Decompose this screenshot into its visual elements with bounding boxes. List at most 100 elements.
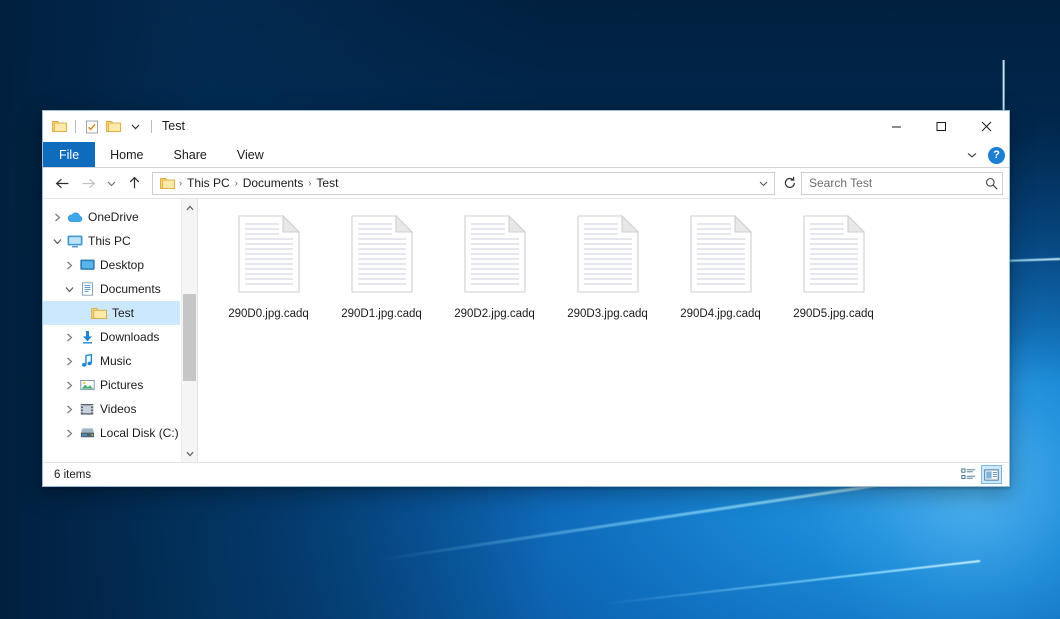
tab-file[interactable]: File bbox=[43, 142, 95, 167]
expand-ribbon-chevron-down-icon[interactable] bbox=[962, 150, 982, 160]
ribbon-right-controls[interactable]: ? bbox=[962, 142, 1005, 168]
chevron-right-icon[interactable] bbox=[61, 381, 77, 390]
sidebar-item-label: Pictures bbox=[97, 378, 143, 392]
navigation-pane-scrollbar[interactable] bbox=[181, 199, 197, 462]
onedrive-cloud-icon bbox=[65, 211, 85, 223]
minimize-button[interactable] bbox=[874, 111, 919, 142]
forward-button bbox=[75, 171, 101, 195]
chevron-right-icon[interactable] bbox=[61, 357, 77, 366]
file-explorer-window[interactable]: Test File Home Share View bbox=[42, 110, 1010, 487]
file-item[interactable]: 290D2.jpg.cadq bbox=[438, 211, 551, 331]
toolbar-divider-1 bbox=[75, 120, 76, 133]
chevron-down-icon[interactable] bbox=[61, 286, 77, 293]
ribbon-tab-bar[interactable]: File Home Share View ? bbox=[43, 142, 1009, 168]
sidebar-item-label: Videos bbox=[97, 402, 136, 416]
generic-document-icon bbox=[688, 213, 754, 300]
view-mode-buttons[interactable] bbox=[958, 465, 1002, 484]
videos-film-icon bbox=[77, 403, 97, 416]
chevron-right-icon[interactable] bbox=[61, 261, 77, 270]
details-view-button[interactable] bbox=[958, 465, 979, 484]
sidebar-item-this-pc[interactable]: This PC bbox=[43, 229, 180, 253]
this-pc-monitor-icon bbox=[65, 235, 85, 248]
address-folder-icon bbox=[158, 177, 177, 190]
search-icon[interactable] bbox=[982, 177, 998, 190]
scroll-down-arrow-icon[interactable] bbox=[182, 445, 198, 462]
sidebar-item-videos[interactable]: Videos bbox=[43, 397, 180, 421]
chevron-right-icon[interactable] bbox=[61, 429, 77, 438]
sidebar-item-label: OneDrive bbox=[85, 210, 139, 224]
refresh-button[interactable] bbox=[779, 172, 801, 195]
file-item[interactable]: 290D3.jpg.cadq bbox=[551, 211, 664, 331]
file-name: 290D1.jpg.cadq bbox=[341, 308, 422, 320]
breadcrumb-separator-2: › bbox=[306, 178, 313, 188]
quick-access-toolbar[interactable] bbox=[43, 117, 155, 136]
tab-home[interactable]: Home bbox=[95, 142, 158, 167]
window-controls[interactable] bbox=[874, 111, 1009, 142]
breadcrumb-item-documents[interactable]: Documents bbox=[240, 176, 307, 190]
chevron-right-icon[interactable] bbox=[61, 333, 77, 342]
music-note-icon bbox=[77, 354, 97, 368]
window-body: OneDrive This PC bbox=[43, 199, 1009, 462]
breadcrumb-item-test[interactable]: Test bbox=[313, 176, 341, 190]
sidebar-item-desktop[interactable]: Desktop bbox=[43, 253, 180, 277]
sidebar-item-documents[interactable]: Documents bbox=[43, 277, 180, 301]
tab-view[interactable]: View bbox=[222, 142, 279, 167]
file-item[interactable]: 290D5.jpg.cadq bbox=[777, 211, 890, 331]
file-list-view[interactable]: 290D0.jpg.cadq 290D1.jpg.cadq bbox=[198, 199, 1009, 462]
properties-icon[interactable] bbox=[82, 117, 101, 136]
file-item[interactable]: 290D4.jpg.cadq bbox=[664, 211, 777, 331]
navigation-pane[interactable]: OneDrive This PC bbox=[43, 199, 198, 462]
item-count-label: 6 items bbox=[54, 469, 91, 481]
large-icons-view-button[interactable] bbox=[981, 465, 1002, 484]
new-folder-icon[interactable] bbox=[104, 117, 123, 136]
close-button[interactable] bbox=[964, 111, 1009, 142]
desktop-background: Test File Home Share View bbox=[0, 0, 1060, 619]
file-item[interactable]: 290D0.jpg.cadq bbox=[212, 211, 325, 331]
chevron-right-icon[interactable] bbox=[61, 405, 77, 414]
sidebar-item-onedrive[interactable]: OneDrive bbox=[43, 205, 180, 229]
breadcrumb-item-this-pc[interactable]: This PC bbox=[184, 176, 233, 190]
sidebar-item-downloads[interactable]: Downloads bbox=[43, 325, 180, 349]
search-input[interactable] bbox=[809, 176, 982, 190]
customize-quick-access-chevron-icon[interactable] bbox=[126, 117, 145, 136]
scroll-up-arrow-icon[interactable] bbox=[182, 199, 198, 216]
generic-document-icon bbox=[236, 213, 302, 300]
sidebar-item-test[interactable]: Test bbox=[43, 301, 180, 325]
scrollbar-thumb[interactable] bbox=[183, 294, 196, 381]
address-bar-row[interactable]: › This PC › Documents › Test bbox=[43, 168, 1009, 199]
chevron-down-icon[interactable] bbox=[49, 238, 65, 245]
file-name: 290D3.jpg.cadq bbox=[567, 308, 648, 320]
folder-icon bbox=[89, 307, 109, 320]
folder-tree[interactable]: OneDrive This PC bbox=[43, 205, 197, 445]
breadcrumb[interactable]: › This PC › Documents › Test bbox=[177, 176, 754, 190]
file-item[interactable]: 290D1.jpg.cadq bbox=[325, 211, 438, 331]
status-bar: 6 items bbox=[43, 462, 1009, 486]
desktop-icon bbox=[77, 259, 97, 271]
file-name: 290D5.jpg.cadq bbox=[793, 308, 874, 320]
tab-share[interactable]: Share bbox=[159, 142, 222, 167]
help-question-icon[interactable]: ? bbox=[988, 147, 1005, 164]
sidebar-item-pictures[interactable]: Pictures bbox=[43, 373, 180, 397]
sidebar-item-label: Music bbox=[97, 354, 131, 368]
search-box[interactable] bbox=[801, 172, 1003, 195]
scrollbar-track[interactable] bbox=[182, 216, 198, 445]
chevron-right-icon[interactable] bbox=[49, 213, 65, 222]
toolbar-divider-2 bbox=[151, 120, 152, 133]
address-bar[interactable]: › This PC › Documents › Test bbox=[152, 172, 775, 195]
hard-disk-icon bbox=[77, 427, 97, 439]
documents-icon bbox=[77, 282, 97, 296]
up-button[interactable] bbox=[121, 171, 147, 195]
breadcrumb-separator-1: › bbox=[233, 178, 240, 188]
back-button[interactable] bbox=[49, 171, 75, 195]
address-dropdown-chevron-icon[interactable] bbox=[754, 179, 772, 188]
folder-icon[interactable] bbox=[50, 117, 69, 136]
file-name: 290D2.jpg.cadq bbox=[454, 308, 535, 320]
maximize-button[interactable] bbox=[919, 111, 964, 142]
file-name: 290D0.jpg.cadq bbox=[228, 308, 309, 320]
sidebar-item-local-disk-c[interactable]: Local Disk (C:) bbox=[43, 421, 180, 445]
sidebar-item-label: Desktop bbox=[97, 258, 144, 272]
recent-locations-chevron-down-icon[interactable] bbox=[101, 171, 121, 195]
title-bar[interactable]: Test bbox=[43, 111, 1009, 142]
downloads-arrow-icon bbox=[77, 330, 97, 344]
sidebar-item-music[interactable]: Music bbox=[43, 349, 180, 373]
